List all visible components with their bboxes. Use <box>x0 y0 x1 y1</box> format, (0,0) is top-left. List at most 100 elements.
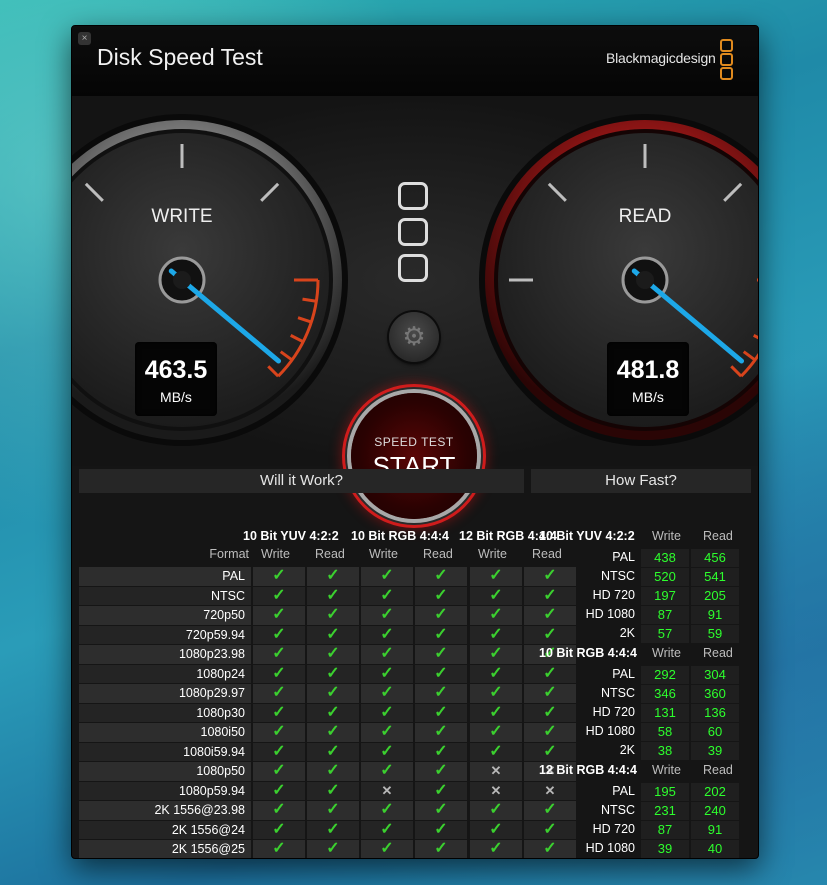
check-icon: ✓ <box>380 742 394 760</box>
check-icon: ✓ <box>272 586 286 604</box>
check-icon: ✓ <box>489 567 503 584</box>
check-icon: ✓ <box>380 820 394 838</box>
check-icon: ✓ <box>489 703 503 721</box>
read-speed-value: 40 <box>707 841 723 856</box>
check-icon: ✓ <box>272 801 286 818</box>
check-icon: ✓ <box>326 625 340 643</box>
write-column-header: Write <box>652 763 681 777</box>
check-icon: ✓ <box>489 645 503 662</box>
check-icon: ✓ <box>434 723 448 740</box>
check-icon: ✓ <box>272 742 286 760</box>
write-speed-value: 87 <box>657 607 673 622</box>
group-header: 10 Bit RGB 4:4:4 <box>351 529 449 543</box>
format-label: HD 1080 <box>585 724 635 738</box>
read-speed-value: 91 <box>707 607 723 622</box>
check-icon: ✓ <box>434 664 448 682</box>
check-icon: ✓ <box>326 664 340 682</box>
close-button[interactable]: × <box>78 32 91 45</box>
format-label: NTSC <box>600 686 635 700</box>
settings-button[interactable]: ⚙ <box>389 312 439 362</box>
check-icon: ✓ <box>380 840 394 857</box>
format-label: NTSC <box>600 803 635 817</box>
disk-speed-test-window: × Disk Speed Test Blackmagicdesign WRITE… <box>71 25 759 859</box>
check-icon: ✓ <box>326 606 340 623</box>
title-bar: × Disk Speed Test Blackmagicdesign <box>72 26 758 96</box>
read-gauge: READ 481.8 MB/s <box>477 112 758 448</box>
check-icon: ✓ <box>434 781 448 799</box>
format-label: PAL <box>612 667 635 681</box>
section-header: 10 Bit YUV 4:2:2 <box>539 529 635 543</box>
check-icon: ✓ <box>434 606 448 623</box>
read-readout: 481.8 MB/s <box>607 342 689 416</box>
write-speed-value: 292 <box>654 667 676 682</box>
write-column-header: Write <box>478 547 507 561</box>
check-icon: ✓ <box>272 567 286 584</box>
format-label: HD 720 <box>592 705 635 719</box>
format-label: HD 720 <box>592 822 635 836</box>
check-icon: ✓ <box>434 801 448 818</box>
check-icon: ✓ <box>326 820 340 838</box>
write-column-header: Write <box>369 547 398 561</box>
section-header: 12 Bit RGB 4:4:4 <box>539 763 637 777</box>
write-value: 463.5 <box>144 356 208 384</box>
format-label: HD 720 <box>592 588 635 602</box>
write-speed-value: 520 <box>654 569 676 584</box>
gear-icon: ⚙ <box>402 321 426 351</box>
read-speed-value: 136 <box>704 705 726 720</box>
group-header: 10 Bit YUV 4:2:2 <box>243 529 339 543</box>
format-label: PAL <box>612 550 635 564</box>
check-icon: ✓ <box>380 664 394 682</box>
read-column-header: Read <box>703 763 733 777</box>
will-it-work-header: Will it Work? <box>79 469 524 493</box>
write-column-header: Write <box>652 646 681 660</box>
check-icon: ✓ <box>326 840 340 857</box>
check-icon: ✓ <box>326 586 340 604</box>
format-label: 2K 1556@25 <box>171 842 245 856</box>
write-unit: MB/s <box>160 389 192 405</box>
check-icon: ✓ <box>272 664 286 682</box>
write-speed-value: 39 <box>657 841 673 856</box>
check-icon: ✓ <box>272 606 286 623</box>
check-icon: ✓ <box>380 684 394 701</box>
read-speed-value: 205 <box>704 588 726 603</box>
section-header: 10 Bit RGB 4:4:4 <box>539 646 637 660</box>
check-icon: ✓ <box>272 840 286 857</box>
format-column-header: Format <box>209 547 249 561</box>
write-speed-value: 38 <box>657 743 673 758</box>
cross-icon: ✕ <box>490 782 502 798</box>
write-column-header: Write <box>652 529 681 543</box>
how-fast-header: How Fast? <box>531 469 751 493</box>
check-icon: ✓ <box>326 742 340 760</box>
check-icon: ✓ <box>434 762 448 779</box>
read-speed-value: 202 <box>704 784 726 799</box>
format-label: 1080p23.98 <box>178 647 245 661</box>
format-label: 720p59.94 <box>185 627 245 642</box>
format-label: HD 1080 <box>585 841 635 855</box>
format-label: 720p50 <box>203 608 245 622</box>
check-icon: ✓ <box>489 664 503 682</box>
check-icon: ✓ <box>489 684 503 701</box>
check-icon: ✓ <box>434 684 448 701</box>
read-speed-value: 541 <box>704 569 726 584</box>
format-label: 2K 1556@24 <box>171 822 245 837</box>
write-label: WRITE <box>151 206 213 227</box>
check-icon: ✓ <box>489 840 503 857</box>
read-speed-value: 91 <box>707 822 723 837</box>
format-label: 1080p50 <box>196 764 245 778</box>
read-speed-value: 39 <box>707 743 723 758</box>
check-icon: ✓ <box>380 606 394 623</box>
write-speed-value: 346 <box>654 686 676 701</box>
check-icon: ✓ <box>272 762 286 779</box>
check-icon: ✓ <box>434 625 448 643</box>
check-icon: ✓ <box>434 703 448 721</box>
read-speed-value: 60 <box>707 724 723 739</box>
read-unit: MB/s <box>632 389 664 405</box>
format-label: 1080p24 <box>196 666 245 681</box>
start-button[interactable]: SPEED TEST START <box>351 393 477 519</box>
format-label: 1080p29.97 <box>178 686 245 700</box>
check-icon: ✓ <box>272 645 286 662</box>
check-icon: ✓ <box>272 781 286 799</box>
format-label: NTSC <box>600 569 635 583</box>
check-icon: ✓ <box>326 723 340 740</box>
format-label: 1080i50 <box>200 725 246 739</box>
